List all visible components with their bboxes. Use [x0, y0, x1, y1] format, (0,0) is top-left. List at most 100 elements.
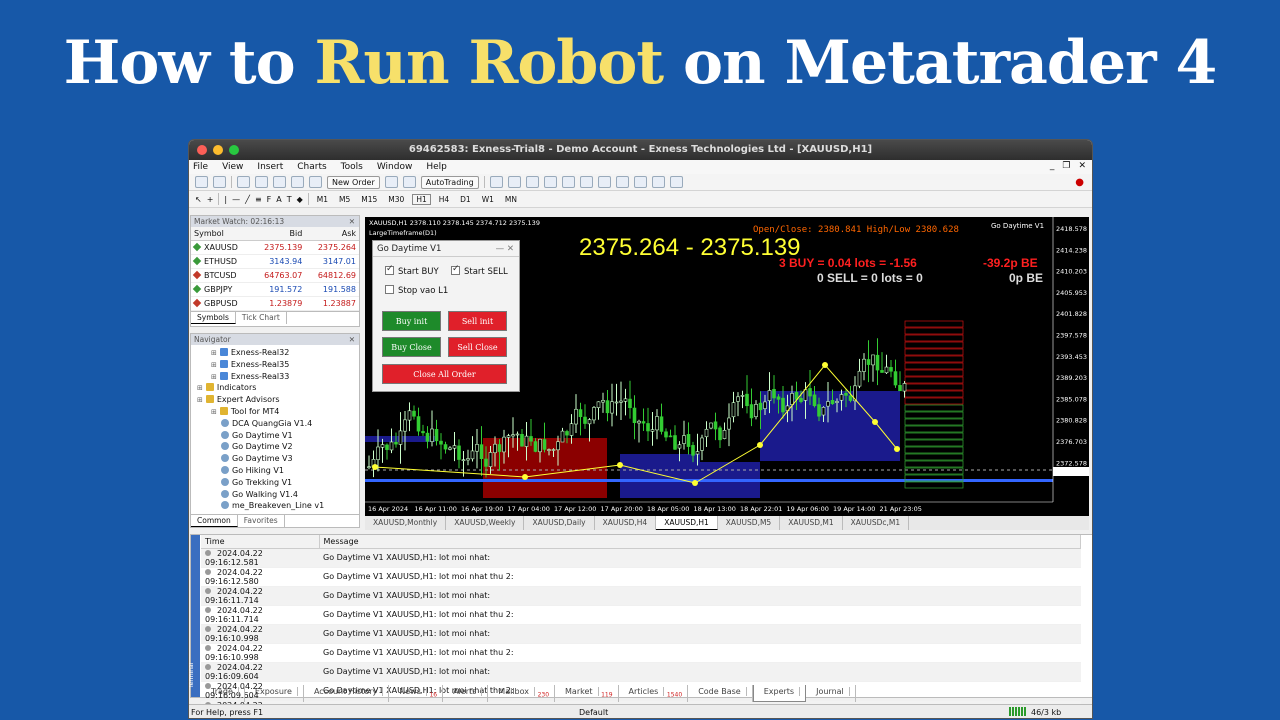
timeframe-m5[interactable]: M5 — [336, 195, 353, 204]
start-sell-checkbox[interactable]: Start SELL — [451, 264, 508, 277]
chart-tab-xauusdc-m1[interactable]: XAUUSDc,M1 — [843, 516, 910, 530]
timeframe-m1[interactable]: M1 — [314, 195, 331, 204]
minimize-icon[interactable]: — — [496, 244, 505, 254]
log-row[interactable]: 2024.04.22 09:16:09.604 Go Daytime V1 XAU… — [201, 662, 1081, 682]
templates-icon[interactable] — [669, 176, 683, 188]
chart-tab-xauusd-h4[interactable]: XAUUSD,H4 — [595, 516, 657, 530]
tab-symbols[interactable]: Symbols — [191, 311, 236, 324]
buy-init-button[interactable]: Buy init — [382, 311, 441, 331]
horizontal-line-icon[interactable]: — — [232, 195, 240, 204]
chart-shift-icon[interactable] — [615, 176, 629, 188]
start-buy-checkbox[interactable]: Start BUY — [385, 264, 439, 277]
terminal-tab-alerts[interactable]: Alerts — [443, 685, 489, 702]
navigator-item-tool-for-mt4[interactable]: ⊞ Tool for MT4 — [191, 406, 359, 418]
timeframe-d1[interactable]: D1 — [457, 195, 474, 204]
zoom-window-button[interactable] — [229, 145, 239, 155]
new-chart-icon[interactable] — [195, 176, 208, 188]
market-watch-icon[interactable] — [237, 176, 250, 188]
mdi-restore-icon[interactable]: ❐ — [1062, 161, 1070, 171]
close-icon[interactable]: ✕ — [349, 334, 355, 345]
terminal-tab-experts[interactable]: Experts — [752, 685, 807, 702]
indicators-icon[interactable] — [633, 176, 647, 188]
vertical-line-icon[interactable]: | — [224, 195, 227, 204]
sell-init-button[interactable]: Sell init — [448, 311, 507, 331]
navigator-item-me-breakeven-line-v1[interactable]: me_Breakeven_Line v1 — [191, 500, 359, 512]
cursor-icon[interactable]: ↖ — [195, 195, 202, 204]
periods-icon[interactable] — [651, 176, 665, 188]
log-row[interactable]: 2024.04.22 09:16:11.714 Go Daytime V1 XAU… — [201, 586, 1081, 606]
terminal-tab-news[interactable]: News 16 — [389, 685, 444, 702]
terminal-tab-exposure[interactable]: Exposure — [245, 685, 304, 702]
log-row[interactable]: 2024.04.22 09:16:10.998 Go Daytime V1 XAU… — [201, 643, 1081, 663]
log-row[interactable]: 2024.04.22 09:16:10.998 Go Daytime V1 XAU… — [201, 624, 1081, 644]
navigator-item-exness-real35[interactable]: ⊞ Exness-Real35 — [191, 359, 359, 371]
close-icon[interactable]: ✕ — [507, 244, 514, 254]
minimize-window-button[interactable] — [213, 145, 223, 155]
terminal-tab-market[interactable]: Market 119 — [555, 685, 619, 702]
signals-icon[interactable] — [402, 176, 416, 188]
candlestick-icon[interactable] — [507, 176, 521, 188]
buy-close-button[interactable]: Buy Close — [382, 337, 441, 357]
navigator-item-go-walking-v1-4[interactable]: Go Walking V1.4 — [191, 489, 359, 501]
navigator-item-go-hiking-v1[interactable]: Go Hiking V1 — [191, 465, 359, 477]
log-row[interactable]: 2024.04.22 09:16:11.714 Go Daytime V1 XAU… — [201, 605, 1081, 625]
terminal-tab-trade[interactable]: Trade — [201, 685, 245, 702]
col-ask[interactable]: Ask — [305, 227, 359, 241]
timeframe-h1[interactable]: H1 — [412, 193, 431, 205]
timeframe-m15[interactable]: M15 — [358, 195, 380, 204]
crosshair-icon[interactable]: + — [207, 195, 214, 204]
close-window-button[interactable] — [197, 145, 207, 155]
trendline-icon[interactable]: ╱ — [245, 195, 250, 204]
navigator-item-expert-advisors[interactable]: ⊞ Expert Advisors — [191, 394, 359, 406]
zoom-in-icon[interactable] — [543, 176, 557, 188]
metaeditor-icon[interactable] — [384, 176, 398, 188]
menu-file[interactable]: File — [193, 162, 208, 172]
autotrading-button[interactable]: AutoTrading — [420, 175, 479, 189]
close-all-order-button[interactable]: Close All Order — [382, 364, 507, 384]
chart-tab-xauusd-weekly[interactable]: XAUUSD,Weekly — [446, 516, 525, 530]
timeframe-mn[interactable]: MN — [502, 195, 520, 204]
navigator-item-exness-real33[interactable]: ⊞ Exness-Real33 — [191, 371, 359, 383]
market-watch-row[interactable]: GBPJPY 191.572 191.588 — [191, 282, 359, 297]
navigator-item-go-daytime-v2[interactable]: Go Daytime V2 — [191, 441, 359, 453]
chart-tab-xauusd-m1[interactable]: XAUUSD,M1 — [780, 516, 843, 530]
col-time[interactable]: Time — [201, 535, 320, 549]
tab-tick-chart[interactable]: Tick Chart — [236, 311, 287, 324]
line-chart-icon[interactable] — [525, 176, 539, 188]
navigator-item-go-daytime-v1[interactable]: Go Daytime V1 — [191, 430, 359, 442]
navigator-item-go-daytime-v3[interactable]: Go Daytime V3 — [191, 453, 359, 465]
label-icon[interactable]: T — [287, 195, 292, 204]
terminal-tab-mailbox[interactable]: Mailbox 230 — [488, 685, 556, 702]
menu-charts[interactable]: Charts — [297, 162, 326, 172]
timeframe-m30[interactable]: M30 — [385, 195, 407, 204]
terminal-tab-code-base[interactable]: Code Base — [688, 685, 753, 702]
alert-badge-icon[interactable]: ● — [1075, 177, 1084, 188]
text-icon[interactable]: A — [276, 195, 281, 204]
menu-help[interactable]: Help — [426, 162, 447, 172]
menu-window[interactable]: Window — [377, 162, 413, 172]
menu-tools[interactable]: Tools — [341, 162, 363, 172]
shapes-icon[interactable]: ◆ — [297, 195, 303, 204]
close-icon[interactable]: ✕ — [349, 216, 355, 227]
col-message[interactable]: Message — [319, 535, 1081, 549]
terminal-tab-account-history[interactable]: Account History — [304, 685, 390, 702]
mdi-minimize-icon[interactable]: _ — [1050, 161, 1055, 171]
menu-insert[interactable]: Insert — [257, 162, 283, 172]
channel-icon[interactable]: ≡ — [255, 195, 262, 204]
chart-tab-xauusd-daily[interactable]: XAUUSD,Daily — [524, 516, 595, 530]
terminal-tab-articles[interactable]: Articles 1540 — [619, 685, 689, 702]
data-window-icon[interactable] — [255, 176, 268, 188]
strategy-tester-icon[interactable] — [309, 176, 322, 188]
navigator-item-go-trekking-v1[interactable]: Go Trekking V1 — [191, 477, 359, 489]
log-row[interactable]: 2024.04.22 09:16:12.581 Go Daytime V1 XAU… — [201, 548, 1081, 568]
market-watch-row[interactable]: GBPUSD 1.23879 1.23887 — [191, 296, 359, 311]
log-row[interactable]: 2024.04.22 09:16:12.580 Go Daytime V1 XAU… — [201, 567, 1081, 587]
new-order-button[interactable]: New Order — [327, 175, 380, 189]
bar-chart-icon[interactable] — [489, 176, 503, 188]
tile-windows-icon[interactable] — [579, 176, 593, 188]
navigator-icon[interactable] — [273, 176, 286, 188]
navigator-item-indicators[interactable]: ⊞ Indicators — [191, 382, 359, 394]
profiles-icon[interactable] — [213, 176, 226, 188]
timeframe-h4[interactable]: H4 — [436, 195, 452, 204]
mdi-close-icon[interactable]: ✕ — [1078, 161, 1086, 171]
